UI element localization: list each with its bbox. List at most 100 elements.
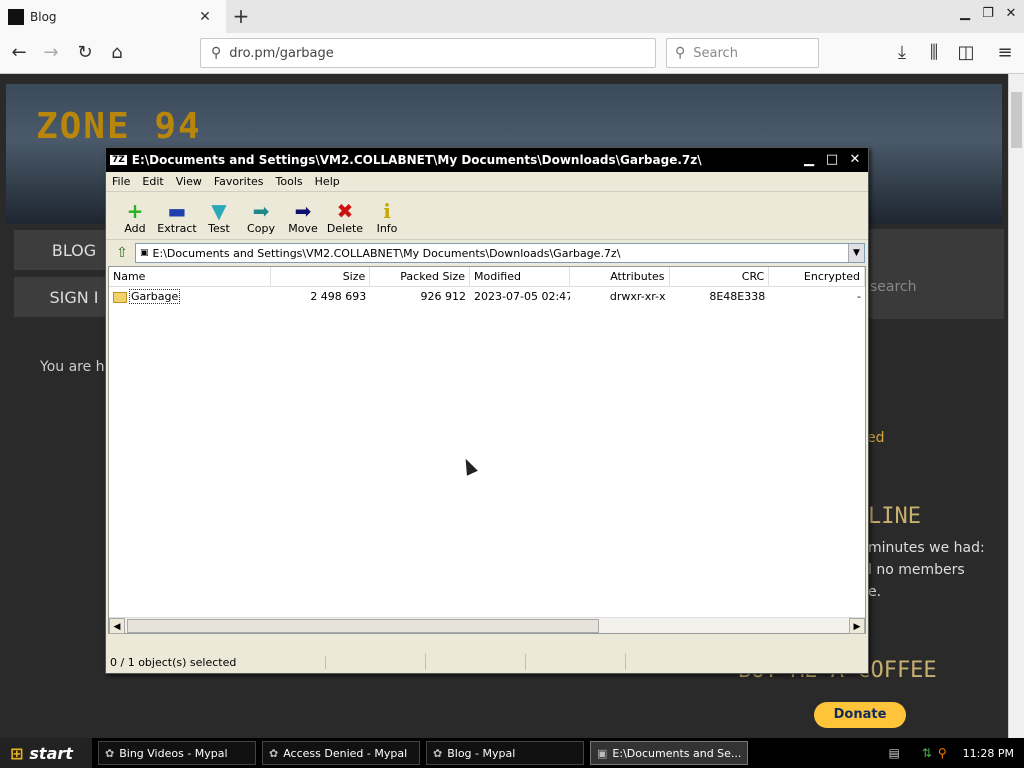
move-button[interactable]: ➡ Move: [282, 200, 324, 239]
task-bing-videos[interactable]: ✿ Bing Videos - Mypal: [98, 741, 256, 765]
folder-icon: [113, 291, 127, 303]
test-button[interactable]: ▼ Test: [198, 200, 240, 239]
item-crc: 8E48E338: [709, 290, 766, 303]
browser-tab-bar: Blog ✕ + ▁ ❐ ✕: [0, 0, 1024, 33]
right-panel: [864, 229, 1004, 319]
menu-icon[interactable]: ≡: [992, 41, 1018, 67]
task-label: Blog - Mypal: [447, 746, 516, 760]
horizontal-scrollbar[interactable]: ◀ ▶: [109, 617, 865, 634]
close-icon[interactable]: ✕: [845, 151, 865, 169]
menu-edit[interactable]: Edit: [142, 175, 163, 188]
hscroll-thumb[interactable]: [127, 619, 599, 633]
mypal-icon: ✿: [433, 746, 443, 760]
url-text: dro.pm/garbage: [229, 45, 334, 61]
header-crc[interactable]: CRC: [670, 267, 770, 286]
welcome-text: You are h: [40, 359, 105, 375]
info-button[interactable]: i Info: [366, 200, 408, 239]
status-segment: [426, 654, 526, 670]
address-text: E:\Documents and Settings\VM2.COLLABNET\…: [152, 246, 621, 260]
keyboard-icon[interactable]: ▤: [888, 746, 899, 760]
scroll-left-icon[interactable]: ◀: [109, 618, 125, 634]
extract-label: Extract: [157, 222, 197, 235]
extract-button[interactable]: ▬ Extract: [156, 200, 198, 239]
library-icon[interactable]: ⫼: [921, 41, 947, 67]
header-name[interactable]: Name: [109, 267, 271, 286]
menu-view[interactable]: View: [176, 175, 202, 188]
search-icon: ⚲: [675, 45, 686, 61]
browser-tab-blog[interactable]: Blog ✕: [0, 0, 226, 33]
close-tab-icon[interactable]: ✕: [194, 9, 216, 25]
forward-button[interactable]: →: [38, 41, 64, 67]
page-scrollbar[interactable]: [1008, 74, 1024, 738]
header-modified[interactable]: Modified: [470, 267, 570, 286]
add-label: Add: [124, 222, 146, 235]
status-text: ed: [867, 430, 885, 446]
header-size[interactable]: Size: [271, 267, 371, 286]
sidebar-icon[interactable]: ◫: [953, 41, 979, 67]
home-button[interactable]: ⌂: [104, 41, 130, 67]
maximize-icon[interactable]: □: [822, 151, 842, 169]
task-blog[interactable]: ✿ Blog - Mypal: [426, 741, 584, 765]
menu-tools[interactable]: Tools: [276, 175, 303, 188]
status-segment: [326, 654, 426, 670]
task-label: E:\Documents and Se...: [612, 746, 742, 760]
task-access-denied[interactable]: ✿ Access Denied - Mypal: [262, 741, 420, 765]
browser-nav-bar: ← → ↻ ⌂ ⚲ dro.pm/garbage ⚲ Search ⤓ ⫼ ◫ …: [0, 33, 1024, 74]
up-folder-icon[interactable]: ⇧: [109, 245, 135, 261]
7zip-title: E:\Documents and Settings\VM2.COLLABNET\…: [131, 153, 702, 167]
windows-logo-icon: ⊞: [10, 743, 24, 763]
start-button[interactable]: ⊞ start: [0, 738, 92, 768]
menu-file[interactable]: File: [112, 175, 130, 188]
favicon-icon: [8, 8, 24, 25]
mypal-icon: ✿: [269, 746, 279, 760]
restore-window-icon[interactable]: ❐: [978, 4, 998, 24]
header-encrypted[interactable]: Encrypted: [769, 267, 865, 286]
selection-status: 0 / 1 object(s) selected: [106, 655, 326, 669]
close-window-icon[interactable]: ✕: [1001, 4, 1021, 24]
7zip-toolbar: + Add ▬ Extract ▼ Test ➡ Copy ➡ Move ✖ Delete …: [106, 192, 868, 240]
search-icon: ⚲: [211, 45, 222, 61]
address-dropdown-icon[interactable]: ▼: [848, 244, 864, 262]
search-input[interactable]: ⚲ Search: [666, 38, 819, 68]
mypal-icon: ✿: [105, 746, 115, 760]
start-label: start: [29, 743, 73, 763]
back-button[interactable]: ←: [6, 41, 32, 67]
delete-label: Delete: [326, 222, 364, 235]
address-input[interactable]: ▣ E:\Documents and Settings\VM2.COLLABNE…: [135, 243, 865, 263]
copy-button[interactable]: ➡ Copy: [240, 200, 282, 239]
minimize-window-icon[interactable]: ▁: [955, 4, 975, 24]
task-7zip[interactable]: ▣ E:\Documents and Se...: [590, 741, 748, 765]
status-segment: [526, 654, 626, 670]
download-icon[interactable]: ⤓: [889, 41, 915, 67]
add-icon: +: [126, 199, 144, 223]
network-icon[interactable]: ⇅: [922, 746, 932, 760]
new-tab-button[interactable]: +: [228, 4, 254, 30]
scrollbar-thumb[interactable]: [1011, 92, 1022, 148]
reload-button[interactable]: ↻: [72, 41, 98, 67]
search-placeholder: Search: [693, 45, 738, 61]
extract-icon: ▬: [167, 199, 187, 223]
header-packed-size[interactable]: Packed Size: [370, 267, 471, 286]
test-label: Test: [208, 222, 230, 235]
menu-help[interactable]: Help: [315, 175, 340, 188]
url-bar[interactable]: ⚲ dro.pm/garbage: [200, 38, 656, 68]
scroll-right-icon[interactable]: ▶: [849, 618, 865, 634]
item-modified: 2023-07-05 02:47: [474, 290, 570, 303]
7zip-address-bar: ⇧ ▣ E:\Documents and Settings\VM2.COLLAB…: [106, 240, 868, 266]
7zip-title-bar[interactable]: 7Z E:\Documents and Settings\VM2.COLLABN…: [106, 148, 868, 172]
search-tray-icon[interactable]: ⚲: [938, 746, 947, 760]
file-list[interactable]: Name Size Packed Size Modified Attribute…: [108, 266, 866, 634]
site-search-placeholder[interactable]: search: [870, 279, 917, 295]
add-button[interactable]: + Add: [114, 200, 156, 239]
delete-icon: ✖: [336, 199, 354, 223]
donate-button[interactable]: Donate: [814, 702, 906, 728]
list-item[interactable]: Garbage 2 498 693 926 912 2023-07-05 02:…: [109, 287, 865, 307]
minimize-icon[interactable]: ▁: [799, 151, 819, 169]
delete-button[interactable]: ✖ Delete: [324, 200, 366, 239]
site-logo: ZONE 94: [36, 106, 202, 147]
7zip-window: 7Z E:\Documents and Settings\VM2.COLLABN…: [105, 147, 869, 674]
7zip-menu-bar: File Edit View Favorites Tools Help: [106, 172, 868, 192]
header-attributes[interactable]: Attributes: [570, 267, 670, 286]
menu-favorites[interactable]: Favorites: [214, 175, 264, 188]
info-icon: i: [383, 199, 391, 223]
